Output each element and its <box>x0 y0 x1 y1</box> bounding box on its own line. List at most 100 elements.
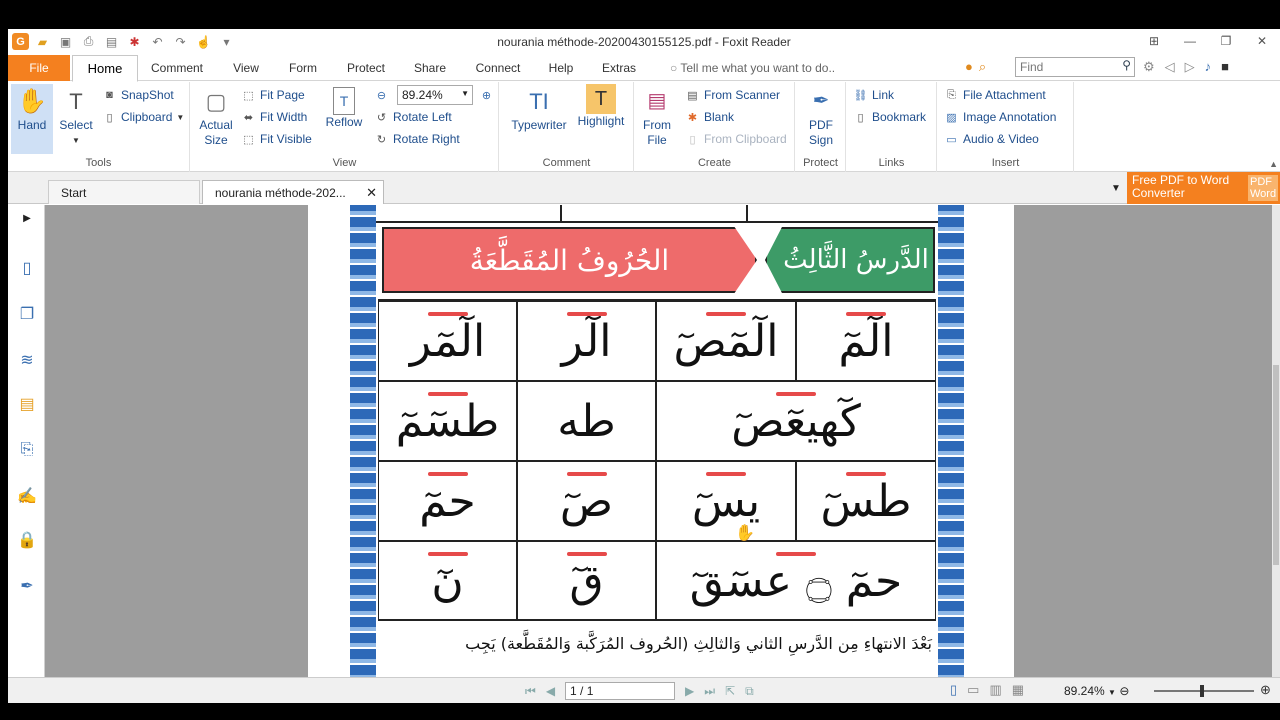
collapse-ribbon-icon[interactable]: ▲ <box>1269 159 1278 169</box>
vertical-scrollbar[interactable] <box>1272 205 1280 677</box>
tab-home[interactable]: Home <box>72 55 138 82</box>
tabs-dropdown-icon[interactable]: ▼ <box>1111 183 1121 194</box>
close-button[interactable]: ✕ <box>1244 29 1280 53</box>
from-scanner-button[interactable]: ▤ From Scanner <box>685 85 780 105</box>
scrollbar-thumb[interactable] <box>1273 365 1279 565</box>
page-number-input[interactable]: 1 / 1 <box>565 682 676 700</box>
link-button[interactable]: ⛓ Link <box>853 85 895 105</box>
close-tab-icon[interactable]: ✕ <box>366 185 377 201</box>
find-input[interactable]: Find ⚲ <box>1015 57 1135 77</box>
zoom-slider-knob[interactable] <box>1200 685 1204 697</box>
tab-comment[interactable]: Comment <box>146 55 208 81</box>
audio-video-button[interactable]: ▭ Audio & Video <box>944 129 1039 149</box>
actual-size-button[interactable]: ▢ Actual Size <box>197 84 235 148</box>
select-button[interactable]: T Select ▼ <box>56 84 96 148</box>
links-group-label: Links <box>878 157 905 169</box>
sign-tools-panel-icon[interactable]: ✒ <box>16 575 38 597</box>
copy-page-icon[interactable]: ⧉ <box>745 684 754 699</box>
last-page-icon[interactable]: ⏭ <box>704 684 715 699</box>
single-page-icon[interactable]: ▯ <box>950 682 957 698</box>
cell-text: الٓمٓ <box>838 315 894 367</box>
fit-visible-button[interactable]: ⬚ Fit Visible <box>241 129 312 149</box>
clipboard-icon: ▯ <box>106 111 113 124</box>
tab-form[interactable]: Form <box>283 55 323 81</box>
zoom-level-display[interactable]: 89.24% ▼ ⊖ <box>1064 684 1129 698</box>
tab-help[interactable]: Help <box>546 55 576 81</box>
blank-button[interactable]: ✱ Blank <box>685 107 734 127</box>
highlight-button[interactable]: T Highlight <box>575 84 627 129</box>
facing-page-icon[interactable]: ▥ <box>989 682 1001 698</box>
zoom-select[interactable]: 89.24% ▼ <box>397 85 473 105</box>
zoom-in-button[interactable]: ⊕ <box>479 85 494 105</box>
search-icon[interactable]: ⚲ <box>1122 58 1131 72</box>
decorative-border-right <box>938 205 964 677</box>
foxit-reader-window: G ▰ ▣ ⎙ ▤ ✱ ↶ ↷ ☝ ▾ nourania méthode-202… <box>8 29 1280 703</box>
from-file-button[interactable]: ▤ From File <box>641 84 673 148</box>
fit-page-button[interactable]: ⬚ Fit Page <box>241 85 304 105</box>
continuous-facing-icon[interactable]: ▦ <box>1012 682 1024 698</box>
back-icon[interactable]: ◁ <box>1165 59 1175 75</box>
bell-icon[interactable]: ♪ <box>1205 59 1212 75</box>
from-clipboard-button[interactable]: ▯ From Clipboard <box>685 129 787 149</box>
rotate-right-button[interactable]: ↻ Rotate Right <box>374 129 460 149</box>
pages-panel-icon[interactable]: ❐ <box>16 303 38 325</box>
chevron-down-icon: ▼ <box>72 136 80 145</box>
tab-connect[interactable]: Connect <box>470 55 526 81</box>
window-title: nourania méthode-20200430155125.pdf - Fo… <box>497 35 791 49</box>
clipboard-button[interactable]: ▯ Clipboard ▼ <box>102 107 184 127</box>
hand-button[interactable]: ✋ Hand <box>11 84 53 154</box>
fit-width-button[interactable]: ⬌ Fit Width <box>241 107 307 127</box>
tab-view[interactable]: View <box>228 55 264 81</box>
previous-page-icon[interactable]: ◀ <box>546 684 555 698</box>
bookmark-button[interactable]: ▯ Bookmark <box>853 107 926 127</box>
security-lock-icon[interactable]: 🔒 <box>16 529 38 551</box>
cell-text: صٓ <box>559 475 614 527</box>
tab-start[interactable]: Start <box>48 180 200 204</box>
reflow-button[interactable]: T Reflow <box>323 84 365 130</box>
tell-me-box[interactable]: ○ Tell me what you want to do.. <box>670 61 835 75</box>
zoom-out-button[interactable]: ⊖ <box>374 85 389 105</box>
user-icon[interactable]: ■ <box>1221 59 1229 75</box>
tab-file[interactable]: File <box>8 55 70 81</box>
from-clipboard-label: From Clipboard <box>704 132 787 146</box>
document-view[interactable]: الحُرُوفُ المُقَطَّعَةُ الدَّرسُ الثَّال… <box>45 205 1272 677</box>
tab-protect[interactable]: Protect <box>340 55 392 81</box>
rotate-left-button[interactable]: ↺ Rotate Left <box>374 107 452 127</box>
layout-icon[interactable]: ⊞ <box>1136 29 1172 53</box>
pdf-sign-button[interactable]: ✒ PDF Sign <box>802 84 840 148</box>
layers-panel-icon[interactable]: ≋ <box>16 349 38 371</box>
status-bar: ⏮ ◀ 1 / 1 ▶ ⏭ ⇱ ⧉ ▯ ▭ ▥ ▦ 89.24% ▼ ⊖ ⊕ <box>8 677 1280 703</box>
first-page-icon[interactable]: ⏮ <box>525 684 536 699</box>
protect-group-label: Protect <box>803 157 838 169</box>
image-annotation-button[interactable]: ▨ Image Annotation <box>944 107 1056 127</box>
file-attachment-button[interactable]: ⎘ File Attachment <box>944 85 1046 105</box>
next-page-icon[interactable]: ▶ <box>685 684 694 698</box>
navigation-panel: ▶ ▯ ❐ ≋ ▤ ⎘ ✍ 🔒 ✒ <box>8 205 45 703</box>
restore-button[interactable]: ❐ <box>1208 29 1244 53</box>
bookmarks-panel-icon[interactable]: ▯ <box>16 257 38 279</box>
smiley-icon[interactable]: ● <box>965 59 973 75</box>
rotate-left-icon: ↺ <box>376 111 387 124</box>
tab-current-document[interactable]: nourania méthode-202... ✕ <box>202 180 384 204</box>
tab-share[interactable]: Share <box>410 55 450 81</box>
export-page-icon[interactable]: ⇱ <box>725 684 735 698</box>
minimize-button[interactable]: — <box>1172 29 1208 53</box>
search-doc-icon[interactable]: ⌕ <box>979 59 986 75</box>
promo-banner[interactable]: Free PDF to Word Converter PDF Word <box>1127 172 1280 204</box>
snapshot-button[interactable]: ◙ SnapShot <box>102 85 174 105</box>
decorative-border-left <box>350 205 376 677</box>
tab-extras[interactable]: Extras <box>598 55 640 81</box>
continuous-page-icon[interactable]: ▭ <box>967 682 979 698</box>
typewriter-button[interactable]: TI Typewriter <box>508 84 570 133</box>
attachments-panel-icon[interactable]: ⎘ <box>16 439 38 461</box>
zoom-in-status-icon[interactable]: ⊕ <box>1260 682 1271 698</box>
comments-panel-icon[interactable]: ▤ <box>16 393 38 415</box>
zoom-out-status-icon[interactable]: ⊖ <box>1119 684 1129 698</box>
settings-icon[interactable]: ⚙ <box>1143 59 1155 75</box>
clipboard-label: Clipboard <box>121 110 173 124</box>
zoom-slider[interactable] <box>1154 685 1254 697</box>
expand-panel-icon[interactable]: ▶ <box>16 207 38 229</box>
clipboard-paste-icon: ▯ <box>689 133 696 146</box>
forward-icon[interactable]: ▷ <box>1185 59 1195 75</box>
signatures-panel-icon[interactable]: ✍ <box>16 485 38 507</box>
